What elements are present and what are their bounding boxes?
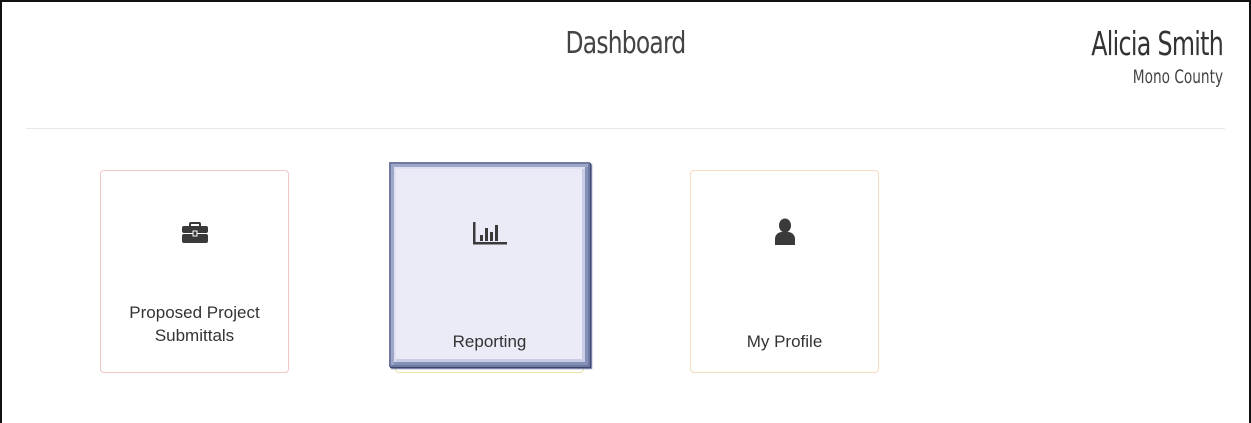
app-window: Dashboard Alicia Smith Mono County Propo… (0, 0, 1251, 423)
bar-chart-icon (391, 220, 588, 248)
briefcase-icon (101, 221, 288, 249)
tile-label: Reporting (452, 332, 527, 351)
tile-proposed-project-submittals[interactable]: Proposed Project Submittals (100, 170, 289, 373)
tile-label: My Profile (746, 332, 823, 351)
page-header: Dashboard Alicia Smith Mono County (26, 2, 1225, 129)
user-icon (691, 218, 878, 246)
user-name: Alicia Smith (1091, 24, 1224, 63)
tile-label-line2: Submittals (154, 326, 235, 345)
tile-label-line1: Proposed Project (129, 303, 260, 322)
user-county: Mono County (1132, 66, 1223, 88)
tile-my-profile[interactable]: My Profile (690, 170, 879, 373)
tile-label: Proposed Project Submittals (101, 301, 288, 347)
tile-reporting[interactable]: Reporting (389, 162, 590, 367)
user-info: Alicia Smith Mono County (1040, 24, 1224, 88)
page-title: Dashboard (565, 26, 687, 61)
